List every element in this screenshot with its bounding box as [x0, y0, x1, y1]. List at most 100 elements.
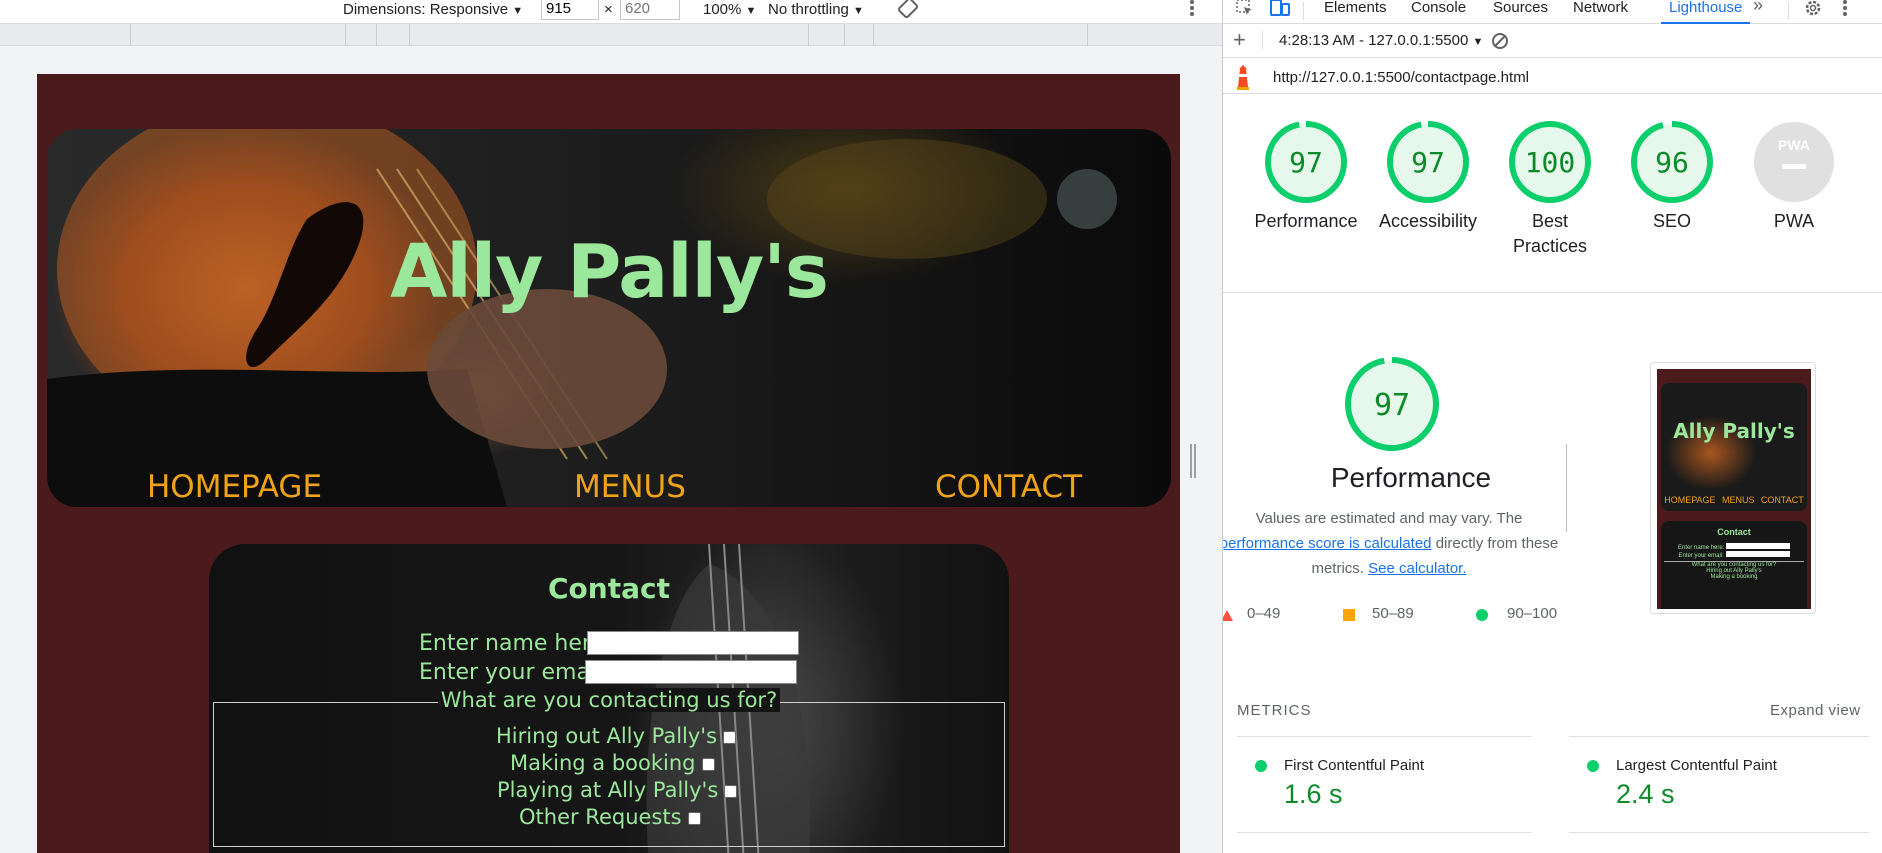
gauge-score: 100 [1525, 146, 1576, 179]
thumbnail-nav-item: MENUS [1721, 495, 1755, 505]
email-input[interactable] [585, 660, 797, 684]
zoom-label: 100% [703, 1, 742, 18]
divider [1237, 832, 1532, 833]
pwa-badge-icon: PWA [1754, 122, 1834, 202]
gauge-best-practices[interactable]: 100 Best Practices [1495, 120, 1605, 259]
name-input[interactable] [587, 631, 799, 655]
nav-menus-link[interactable]: MENUS [574, 469, 686, 505]
hiring-checkbox[interactable] [723, 730, 737, 744]
report-url[interactable]: http://127.0.0.1:5500/contactpage.html [1273, 69, 1529, 86]
devtools-tabbar: Elements Console Sources Network Lightho… [1223, 0, 1882, 24]
contact-heading: Contact [548, 572, 670, 605]
more-options-icon[interactable] [1841, 0, 1849, 22]
gauge-label: Performance [1254, 211, 1358, 231]
tab-elements[interactable]: Elements [1324, 0, 1387, 24]
throttling-label: No throttling [768, 1, 849, 18]
thumbnail-nav-item: HOMEPAGE [1664, 495, 1716, 505]
name-label: Enter name here: [419, 631, 612, 656]
thumbnail-nav: HOMEPAGE MENUS CONTACT [1661, 495, 1807, 505]
option-label: Playing at Ally Pally's [497, 778, 719, 802]
divider [1223, 292, 1882, 293]
site-title: Ally Pally's [390, 229, 829, 315]
final-screenshot-thumbnail[interactable]: Ally Pally's HOMEPAGE MENUS CONTACT Cont… [1650, 362, 1816, 614]
divider [1569, 736, 1869, 737]
more-options-icon[interactable] [1188, 0, 1196, 22]
media-query-ruler[interactable] [0, 24, 1222, 46]
thumbnail-title: Ally Pally's [1673, 419, 1795, 443]
thumbnail-line: Enter name here: [1661, 543, 1807, 551]
chevron-down-icon: ▼ [853, 5, 864, 17]
expand-view-link[interactable]: Expand view [1770, 702, 1861, 719]
times-sign: × [604, 1, 613, 18]
more-tabs-icon[interactable]: » [1753, 0, 1763, 21]
gauge-score: 97 [1411, 146, 1445, 179]
throttling-dropdown[interactable]: No throttling ▼ [768, 1, 864, 18]
devtools-panel: Elements Console Sources Network Lightho… [1222, 0, 1882, 853]
desc-text: metrics. [1311, 560, 1364, 577]
legend-text: What are you contacting us for? [437, 688, 781, 712]
metric-value: 1.6 s [1284, 779, 1343, 809]
lighthouse-logo-icon [1233, 65, 1253, 95]
range-fail: 0–49 [1247, 605, 1281, 622]
gauge-ring: 97 [1387, 121, 1469, 203]
option-label: Making a booking [510, 751, 696, 775]
thumbnail-contact: Contact Enter name here: Enter your emai… [1661, 521, 1807, 609]
height-input[interactable] [620, 0, 680, 20]
tab-console[interactable]: Console [1411, 0, 1466, 24]
reason-legend: What are you contacting us for? [209, 688, 1009, 712]
performance-title: Performance [1330, 462, 1492, 493]
metric-value: 2.4 s [1616, 779, 1675, 809]
option-hiring[interactable]: Hiring out Ally Pally's [496, 724, 737, 748]
fail-range-icon [1223, 610, 1233, 621]
clear-report-icon[interactable] [1490, 31, 1510, 55]
guitar-photo [47, 129, 1117, 507]
gauge-score: 96 [1655, 146, 1689, 179]
thumbnail-line: Enter your email: [1661, 551, 1807, 559]
hero-banner: Ally Pally's HOMEPAGE MENUS CONTACT [47, 129, 1171, 507]
zoom-dropdown[interactable]: 100% ▼ [703, 1, 756, 18]
thumbnail-page: Ally Pally's HOMEPAGE MENUS CONTACT Cont… [1657, 369, 1811, 609]
gauge-performance[interactable]: 97 Performance [1251, 120, 1361, 234]
option-playing[interactable]: Playing at Ally Pally's [497, 778, 738, 802]
tab-network[interactable]: Network [1573, 0, 1628, 24]
option-label: Hiring out Ally Pally's [496, 724, 718, 748]
tab-lighthouse[interactable]: Lighthouse [1661, 0, 1751, 24]
rotate-icon[interactable] [896, 0, 920, 24]
gauge-score: 97 [1289, 146, 1323, 179]
nav-contact-link[interactable]: CONTACT [935, 469, 1082, 505]
settings-gear-icon[interactable] [1803, 0, 1823, 22]
gauge-accessibility[interactable]: 97 Accessibility [1373, 120, 1483, 234]
gauge-pwa[interactable]: PWA PWA [1739, 120, 1849, 234]
metrics-heading: METRICS [1237, 702, 1312, 719]
device-emulation-pane: Dimensions: Responsive ▼ × 100% ▼ No thr… [0, 0, 1222, 853]
range-average: 50–89 [1372, 605, 1414, 622]
report-selector[interactable]: 4:28:13 AM - 127.0.0.1:5500 ▼ [1279, 32, 1483, 49]
viewport-resize-handle[interactable] [1190, 444, 1196, 478]
option-other[interactable]: Other Requests [519, 805, 701, 829]
width-input[interactable] [541, 0, 599, 20]
other-checkbox[interactable] [687, 811, 701, 825]
performance-description: Values are estimated and may vary. The p… [1223, 506, 1565, 581]
see-calculator-link[interactable]: See calculator. [1368, 560, 1466, 577]
device-toolbar: Dimensions: Responsive ▼ × 100% ▼ No thr… [0, 0, 1222, 24]
contact-form-card: Contact Enter name here: Enter your emai… [209, 544, 1009, 853]
nav-homepage-link[interactable]: HOMEPAGE [147, 469, 322, 505]
dimensions-label: Dimensions: Responsive [343, 1, 509, 18]
option-label: Other Requests [519, 805, 682, 829]
booking-checkbox[interactable] [701, 757, 715, 771]
gauge-seo[interactable]: 96 SEO [1617, 120, 1727, 234]
score-calculated-link[interactable]: performance score is calculated [1223, 535, 1432, 552]
desc-text: directly from these [1435, 535, 1559, 552]
inspect-element-icon[interactable] [1235, 0, 1255, 22]
gauge-ring: 100 [1509, 121, 1591, 203]
tab-sources[interactable]: Sources [1493, 0, 1548, 24]
pass-dot-icon [1587, 760, 1599, 772]
plus-icon[interactable]: + [1233, 27, 1246, 53]
dimensions-dropdown[interactable]: Dimensions: Responsive ▼ [343, 1, 523, 18]
divider [1237, 736, 1532, 737]
device-toolbar-icon[interactable] [1269, 0, 1291, 22]
range-pass: 90–100 [1507, 605, 1558, 622]
option-booking[interactable]: Making a booking [510, 751, 715, 775]
thumbnail-nav-item: CONTACT [1760, 495, 1804, 505]
playing-checkbox[interactable] [724, 784, 738, 798]
